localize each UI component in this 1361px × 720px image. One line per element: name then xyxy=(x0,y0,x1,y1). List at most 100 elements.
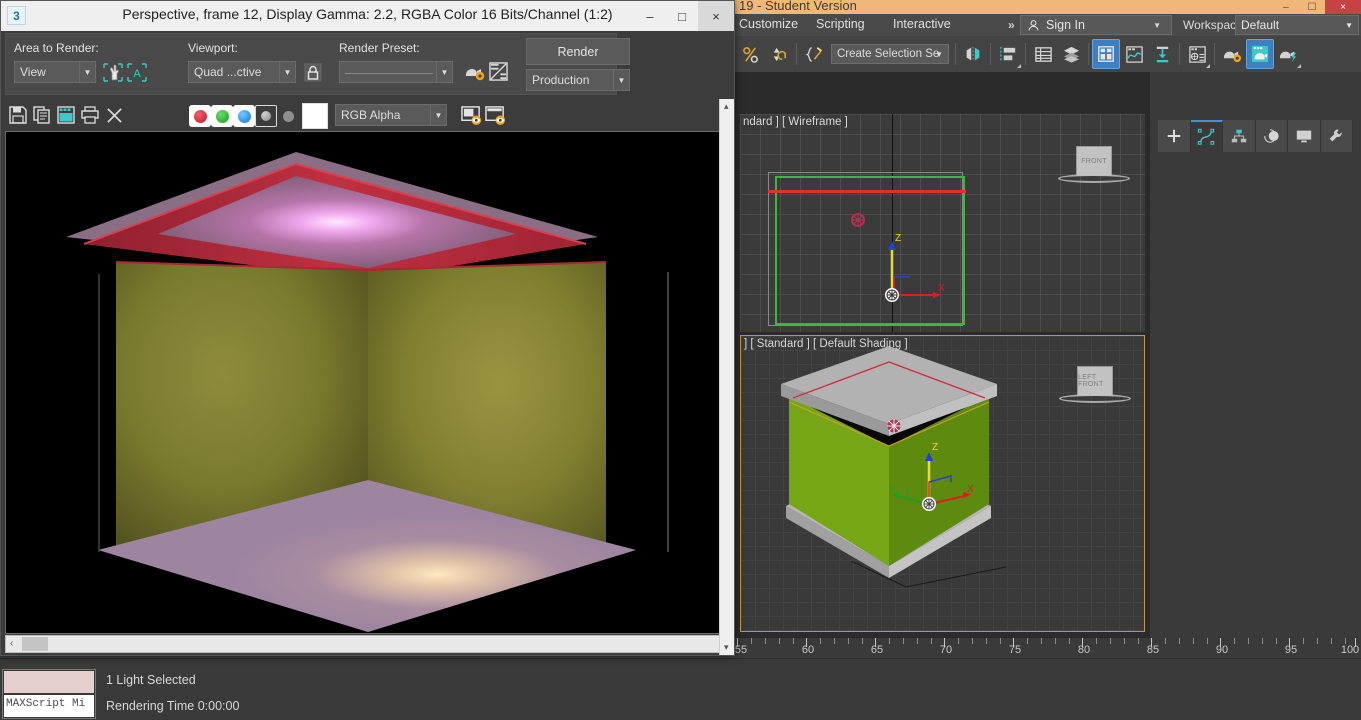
timeline-tick-85: 85 xyxy=(1147,644,1159,656)
motion-tab[interactable] xyxy=(1256,120,1289,152)
render-vertical-scrollbar[interactable]: ▴ ▾ xyxy=(719,99,734,655)
render-minimize-button[interactable]: – xyxy=(634,1,666,31)
max-menu-bar[interactable]: Customize Scripting Interactive » Sign I… xyxy=(735,14,1361,36)
menu-interactive[interactable]: Interactive xyxy=(893,17,951,31)
render-preset-combo[interactable]: ▼ xyxy=(339,61,453,83)
mono-channel-icon[interactable] xyxy=(277,105,299,127)
maxscript-input-pane[interactable]: MAXScript Mi xyxy=(4,695,94,717)
schematic-view-icon[interactable] xyxy=(1148,39,1176,69)
area-to-render-combo[interactable]: View ▼ xyxy=(14,61,96,83)
manage-layers-icon[interactable] xyxy=(1057,39,1085,69)
maxscript-mini-listener[interactable]: MAXScript Mi xyxy=(2,669,96,719)
scroll-down-arrow-icon[interactable]: ▾ xyxy=(724,642,729,653)
viewcube-compass-ring[interactable] xyxy=(1058,174,1130,183)
copy-image-icon[interactable] xyxy=(31,104,53,126)
edit-region-icon[interactable] xyxy=(102,61,124,83)
named-selection-sets-icon[interactable] xyxy=(800,39,828,69)
workspaces-chevron-down-icon[interactable]: ▼ xyxy=(1345,21,1353,30)
sign-in-chevron-down-icon[interactable]: ▼ xyxy=(1153,21,1161,30)
viewport-front-wireframe[interactable]: ndard ] [ Wireframe ] Z X xyxy=(740,114,1145,332)
utilities-tab[interactable] xyxy=(1321,120,1354,152)
create-tab[interactable] xyxy=(1158,120,1191,152)
modify-tab[interactable] xyxy=(1191,120,1224,152)
render-setup-icon[interactable] xyxy=(1218,39,1246,69)
timeline-ruler[interactable]: 55 60 65 70 75 80 85 90 95 100 xyxy=(735,638,1361,658)
channel-display-chevron-down-icon[interactable]: ▼ xyxy=(430,105,446,125)
viewport-combo-chevron-down-icon[interactable]: ▼ xyxy=(279,62,295,82)
spinner-snap-icon[interactable] xyxy=(765,39,793,69)
clear-image-icon[interactable] xyxy=(103,104,125,126)
percent-snap-icon[interactable] xyxy=(737,39,765,69)
layer-explorer-icon[interactable] xyxy=(1029,39,1057,69)
viewport-lock-icon[interactable] xyxy=(302,61,324,83)
align-icon[interactable] xyxy=(994,39,1022,69)
scene-explorer-icon[interactable] xyxy=(1092,39,1120,69)
render-preset-chevron-down-icon[interactable]: ▼ xyxy=(436,62,452,82)
rendered-frame-window-icon[interactable] xyxy=(1246,39,1274,69)
viewport-container: ndard ] [ Wireframe ] Z X xyxy=(735,72,1150,638)
render-hscroll-thumb[interactable] xyxy=(22,637,48,651)
sign-in-button[interactable]: Sign In ▼ xyxy=(1020,15,1172,35)
workspaces-value: Default xyxy=(1241,18,1279,32)
timeline-tick-95: 95 xyxy=(1285,644,1297,656)
transform-gizmo[interactable]: Z X xyxy=(865,229,945,309)
viewport-perspective-shaded[interactable]: ] [ Standard ] [ Default Shading ] xyxy=(740,335,1145,632)
hierarchy-tab[interactable] xyxy=(1223,120,1256,152)
render-production-icon[interactable] xyxy=(1274,39,1302,69)
render-mode-chevron-down-icon[interactable]: ▼ xyxy=(613,70,629,90)
viewcube-face-label-perspective[interactable]: LEFT FRONT xyxy=(1077,366,1113,396)
render-mode-combo[interactable]: Production ▼ xyxy=(526,69,630,91)
selection-set-combo[interactable]: Create Selection Se ▼ xyxy=(831,44,949,64)
viewcube-perspective[interactable]: LEFT FRONT xyxy=(1059,366,1131,418)
max-minimize-button[interactable]: – xyxy=(1273,0,1299,14)
render-image-toolbar[interactable]: RGB Alpha ▼ xyxy=(1,99,734,133)
viewcube-compass-ring-perspective[interactable] xyxy=(1059,394,1131,403)
max-restore-button[interactable]: ☐ xyxy=(1299,0,1325,14)
alpha-channel-icon[interactable] xyxy=(255,105,277,127)
background-color-swatch[interactable] xyxy=(302,103,328,129)
render-maximize-button[interactable]: □ xyxy=(666,1,698,31)
channel-display-combo[interactable]: RGB Alpha ▼ xyxy=(335,104,447,126)
selection-set-chevron-down-icon[interactable]: ▼ xyxy=(935,50,943,59)
viewcube-front[interactable]: FRONT xyxy=(1058,146,1130,198)
print-image-icon[interactable] xyxy=(79,104,101,126)
max-close-button[interactable]: × xyxy=(1325,0,1361,14)
green-channel-icon[interactable] xyxy=(211,105,233,127)
rendered-frame-window[interactable]: 3 Perspective, frame 12, Display Gamma: … xyxy=(0,0,735,656)
toggle-ui-display-icon[interactable] xyxy=(459,103,483,127)
max-window-controls[interactable]: – ☐ × xyxy=(1273,0,1361,14)
scroll-up-arrow-icon[interactable]: ▴ xyxy=(724,101,729,112)
user-icon xyxy=(1027,19,1040,32)
menu-scripting[interactable]: Scripting xyxy=(816,17,865,31)
timeline-tick-90: 90 xyxy=(1216,644,1228,656)
save-image-icon[interactable] xyxy=(7,104,29,126)
material-editor-icon[interactable] xyxy=(1183,39,1211,69)
red-channel-icon[interactable] xyxy=(189,105,211,127)
area-to-render-chevron-down-icon[interactable]: ▼ xyxy=(79,62,95,82)
max-title-bar: 19 - Student Version – ☐ × xyxy=(735,0,1361,14)
maxscript-output-pane[interactable] xyxy=(4,671,94,693)
render-button[interactable]: Render xyxy=(526,38,630,65)
mirror-icon[interactable] xyxy=(959,39,987,69)
max-main-toolbar[interactable]: Create Selection Se ▼ xyxy=(735,36,1361,72)
workspaces-dropdown[interactable]: Default ▼ xyxy=(1235,15,1359,35)
viewport-combo[interactable]: Quad ...ctive ▼ xyxy=(188,61,296,83)
enable-pixel-display-icon[interactable] xyxy=(483,103,507,127)
scroll-left-arrow-icon[interactable]: ‹ xyxy=(10,638,13,649)
render-setup-dialog-icon[interactable] xyxy=(463,60,487,84)
auto-region-selected-icon[interactable]: A xyxy=(126,61,148,83)
display-tab[interactable] xyxy=(1288,120,1321,152)
render-close-button[interactable]: × xyxy=(698,1,734,31)
blue-channel-icon[interactable] xyxy=(233,105,255,127)
menu-customize[interactable]: Customize xyxy=(739,17,798,31)
viewcube-face-label[interactable]: FRONT xyxy=(1076,146,1112,176)
transform-gizmo-perspective[interactable]: Z X Y xyxy=(881,426,1001,536)
render-controls-panel: Area to Render: View ▼ A Viewport: Quad … xyxy=(5,33,617,95)
clone-image-icon[interactable] xyxy=(55,104,77,126)
environment-exposure-icon[interactable] xyxy=(487,60,509,82)
rendered-image-canvas[interactable] xyxy=(5,131,727,634)
command-panel-tabs[interactable] xyxy=(1158,120,1353,152)
render-horizontal-scrollbar[interactable]: ‹ › xyxy=(5,635,727,653)
menu-overflow-chevron[interactable]: » xyxy=(1008,18,1015,32)
curve-editor-icon[interactable] xyxy=(1120,39,1148,69)
